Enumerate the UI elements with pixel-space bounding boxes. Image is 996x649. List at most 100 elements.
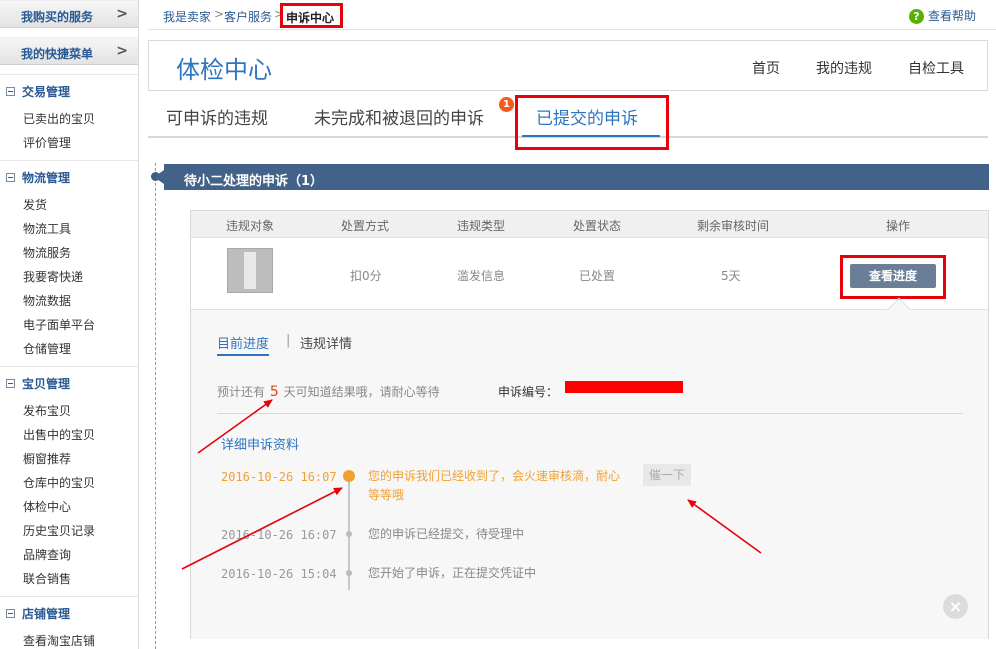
sidebar-item-showcase[interactable]: 橱窗推荐 [23, 450, 71, 467]
help-link[interactable]: ? 查看帮助 [908, 7, 976, 24]
remaining-time-value: 5天 [721, 269, 741, 283]
sidebar-section-title: 交易管理 [22, 85, 71, 99]
violation-type-value: 滥发信息 [457, 269, 506, 283]
my-shortcut-menu-button[interactable]: 我的快捷菜单 > [0, 37, 138, 65]
my-shortcut-menu-label: 我的快捷菜单 [21, 47, 94, 61]
timeline-current-dot-icon [343, 470, 355, 482]
sidebar: 我购买的服务 > 我的快捷菜单 > 交易管理 已卖出的宝贝 评价管理 物流管理 … [0, 0, 139, 649]
column-header: 处置状态 [573, 219, 622, 233]
close-icon[interactable]: × [943, 594, 968, 619]
sidebar-item-joint-sales[interactable]: 联合销售 [23, 570, 71, 587]
sidebar-item-ship[interactable]: 发货 [23, 196, 47, 213]
sidebar-section-trade[interactable]: 交易管理 [6, 83, 70, 100]
highlight-box: 查看进度 [840, 255, 946, 299]
nav-self-check-tools[interactable]: 自检工具 [908, 58, 964, 78]
sidebar-item-on-sale[interactable]: 出售中的宝贝 [23, 426, 95, 443]
collapse-icon [6, 173, 15, 182]
penalty-value: 扣0分 [350, 269, 382, 283]
sidebar-item-sold[interactable]: 已卖出的宝贝 [23, 110, 95, 127]
sidebar-item-in-warehouse[interactable]: 仓库中的宝贝 [23, 474, 95, 491]
column-header: 违规对象 [226, 219, 275, 233]
breadcrumb-item-customer-service[interactable]: 客户服务 [224, 8, 272, 25]
column-header: 处置方式 [341, 219, 390, 233]
collapse-icon [6, 87, 15, 96]
my-purchased-services-label: 我购买的服务 [21, 10, 94, 24]
detailed-appeal-materials-link[interactable]: 详细申诉资料 [221, 434, 299, 453]
estimate-days: 5 [269, 384, 279, 400]
view-progress-button[interactable]: 查看进度 [850, 264, 936, 288]
sidebar-section-title: 宝贝管理 [22, 377, 71, 391]
sidebar-item-history[interactable]: 历史宝贝记录 [23, 522, 95, 539]
status-value: 已处置 [579, 269, 616, 283]
breadcrumb-separator: > [214, 7, 225, 21]
chevron-right-icon: > [116, 6, 128, 22]
sidebar-item-send-express[interactable]: 我要寄快递 [23, 268, 83, 285]
sidebar-item-e-waybill[interactable]: 电子面单平台 [23, 316, 95, 333]
column-header: 操作 [886, 219, 911, 233]
sidebar-item-logistics-data[interactable]: 物流数据 [23, 292, 71, 309]
sidebar-item-logistics-tools[interactable]: 物流工具 [23, 220, 71, 237]
column-header: 剩余审核时间 [697, 219, 770, 233]
subtab-current-progress[interactable]: 目前进度 [217, 333, 270, 356]
appeal-panel: 违规对象 处置方式 违规类型 处置状态 剩余审核时间 操作 扣0分 滥发信息 已… [190, 210, 989, 639]
subtab-violation-detail[interactable]: 违规详情 [300, 333, 352, 352]
estimate-text: 预计还有 5 天可知道结果哦，请耐心等待 [217, 383, 440, 400]
sidebar-item-publish[interactable]: 发布宝贝 [23, 402, 71, 419]
nav-my-violations[interactable]: 我的违规 [816, 58, 872, 78]
timeline-dot-icon [346, 570, 352, 576]
sidebar-item-view-shop[interactable]: 查看淘宝店铺 [23, 632, 95, 649]
timeline-time: 2016-10-26 15:04 [221, 567, 337, 581]
tab-appealable[interactable]: 可申诉的违规 [166, 104, 268, 129]
timeline-time: 2016-10-26 16:07 [221, 528, 337, 542]
timeline-rail [155, 163, 156, 649]
subtab-separator: | [286, 333, 291, 348]
column-header: 违规类型 [457, 219, 506, 233]
chevron-right-icon: > [116, 43, 128, 59]
sidebar-divider [0, 366, 138, 367]
tab-submitted[interactable]: 已提交的申诉 [536, 104, 638, 129]
collapse-icon [6, 609, 15, 618]
timeline-dot-icon [346, 531, 352, 537]
sidebar-divider [0, 596, 138, 597]
sidebar-section-title: 店铺管理 [22, 607, 71, 621]
breadcrumb-item-seller[interactable]: 我是卖家 [163, 8, 211, 25]
my-purchased-services-button[interactable]: 我购买的服务 > [0, 0, 138, 28]
product-thumbnail[interactable] [227, 248, 273, 293]
page-header: 体检中心 首页 我的违规 自检工具 [148, 40, 988, 91]
active-tab-indicator [522, 135, 660, 137]
tab-incomplete-returned[interactable]: 未完成和被退回的申诉 [314, 104, 484, 129]
page-title: 体检中心 [176, 56, 272, 84]
timeline-text: 您开始了申诉，正在提交凭证中 [368, 566, 537, 580]
sidebar-item-warehouse[interactable]: 仓储管理 [23, 340, 71, 357]
help-icon: ? [908, 9, 924, 24]
estimate-suffix: 天可知道结果哦，请耐心等待 [283, 385, 440, 399]
sidebar-divider [0, 74, 138, 75]
progress-detail: 目前进度 | 违规详情 预计还有 5 天可知道结果哦，请耐心等待 申诉编号： 详… [191, 297, 988, 639]
divider [217, 413, 963, 414]
tab-bar: 可申诉的违规 未完成和被退回的申诉 1 已提交的申诉 [148, 92, 988, 150]
sidebar-item-brand-query[interactable]: 品牌查询 [23, 546, 71, 563]
section-title: 待小二处理的申诉（1） [184, 174, 324, 189]
caret-icon [887, 297, 911, 321]
sidebar-item-reviews[interactable]: 评价管理 [23, 134, 71, 151]
timeline-time: 2016-10-26 16:07 [221, 470, 337, 484]
table-header: 违规对象 处置方式 违规类型 处置状态 剩余审核时间 操作 [191, 211, 988, 238]
timeline-text: 您的申诉已经提交，待受理中 [368, 527, 525, 541]
appeal-number-label: 申诉编号： [498, 385, 559, 399]
sidebar-section-shop[interactable]: 店铺管理 [6, 605, 70, 622]
sidebar-divider [0, 160, 138, 161]
section-header: 待小二处理的申诉（1） [154, 164, 989, 190]
sidebar-section-logistics[interactable]: 物流管理 [6, 169, 70, 186]
timeline-text: 您的申诉我们已经收到了，会火速审核滴，耐心等等哦 [368, 469, 621, 502]
redacted-appeal-number [565, 381, 683, 393]
urge-button[interactable]: 催一下 [643, 464, 691, 486]
breadcrumb: 我是卖家 > 客户服务 > 申诉中心 ? 查看帮助 [148, 0, 996, 30]
estimate-prefix: 预计还有 [217, 385, 266, 399]
nav-home[interactable]: 首页 [752, 58, 780, 78]
sidebar-section-items[interactable]: 宝贝管理 [6, 375, 70, 392]
sidebar-item-logistics-services[interactable]: 物流服务 [23, 244, 71, 261]
collapse-icon [6, 379, 15, 388]
sidebar-section-title: 物流管理 [22, 171, 71, 185]
breadcrumb-current: 申诉中心 [280, 3, 343, 28]
sidebar-item-health-center[interactable]: 体检中心 [23, 498, 71, 515]
